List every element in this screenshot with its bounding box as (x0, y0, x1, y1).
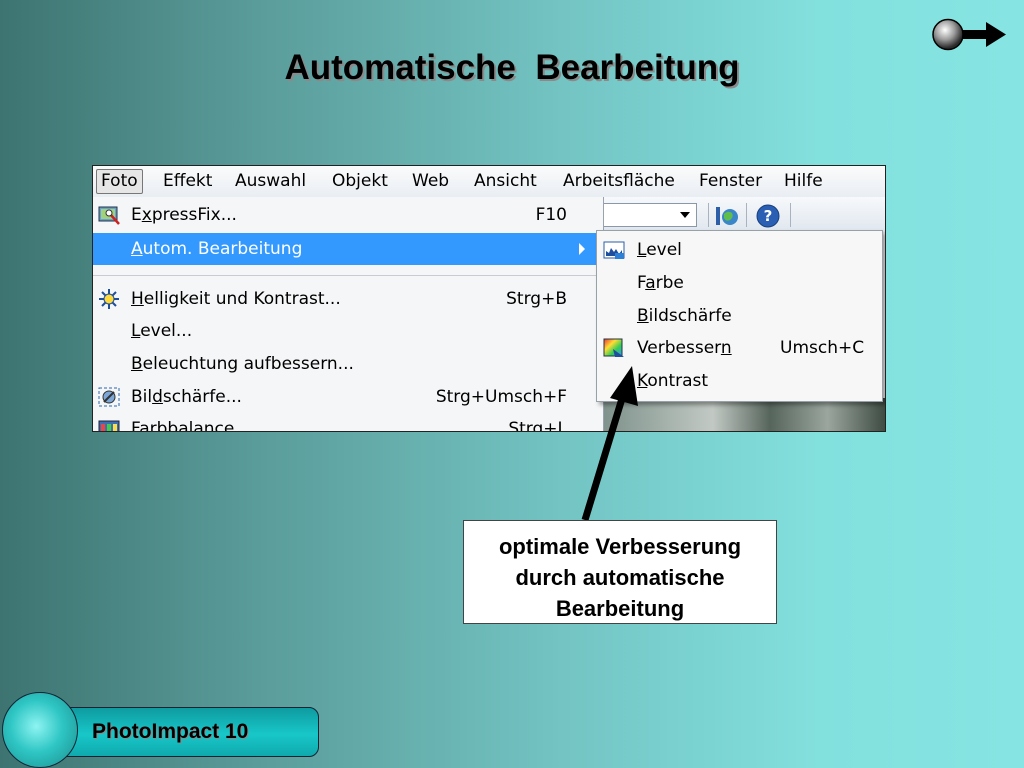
callout-line: optimale Verbesserung (498, 534, 742, 559)
submenu-arrow-icon (579, 243, 585, 255)
menu-item-label: Farbbalance... (131, 419, 251, 432)
next-slide-arrow-icon[interactable] (928, 16, 1008, 56)
shortcut-label: Strg+L (508, 419, 567, 432)
toolbar-separator (746, 203, 747, 227)
toolbar-separator (708, 203, 709, 227)
zoom-combo[interactable] (603, 203, 697, 227)
enhance-icon (603, 338, 624, 357)
menu-item-expressfix[interactable]: ExpressFix... F10 (93, 199, 603, 231)
svg-text:?: ? (764, 207, 773, 225)
shortcut-label: Strg+Umsch+F (435, 387, 567, 407)
menu-item-level[interactable]: Level... (93, 315, 603, 347)
menu-item-beleuchtung[interactable]: Beleuchtung aufbessern... (93, 348, 603, 380)
menu-foto[interactable]: Foto (96, 169, 143, 194)
menu-ansicht[interactable]: Ansicht (470, 170, 541, 193)
menu-item-autom-bearbeitung[interactable]: Autom. Bearbeitung (93, 233, 598, 265)
menu-auswahl[interactable]: Auswahl (231, 170, 310, 193)
toolbar-separator (790, 203, 791, 227)
help-icon[interactable]: ? (756, 204, 780, 228)
menu-objekt[interactable]: Objekt (328, 170, 392, 193)
submenu-item-label: Farbe (637, 273, 684, 293)
menu-fenster[interactable]: Fenster (695, 170, 766, 193)
menu-item-label: Level... (131, 321, 193, 341)
menu-separator (93, 275, 598, 276)
menu-item-label: ExpressFix... (131, 205, 237, 225)
callout-box: optimale Verbesserung durch automatische… (463, 520, 777, 624)
expressfix-icon (98, 206, 120, 225)
callout-line: durch automatische (515, 565, 725, 590)
menu-item-label: Bildschärfe... (131, 387, 242, 407)
color-balance-icon (98, 420, 120, 431)
footer-label: PhotoImpact 10 (92, 720, 249, 743)
callout-pointer-arrow-icon (581, 366, 638, 522)
brightness-icon (99, 289, 119, 309)
shortcut-label: Strg+B (506, 289, 567, 309)
footer-circle-icon (2, 692, 78, 768)
submenu-item-bildschaerfe[interactable]: Bildschärfe (597, 300, 882, 332)
level-icon (603, 241, 625, 259)
menu-item-label: Autom. Bearbeitung (131, 239, 303, 259)
foto-menu: ExpressFix... F10 Autom. Bearbeitung Hel… (93, 197, 604, 431)
menu-item-bildschaerfe[interactable]: Bildschärfe... Strg+Umsch+F (93, 381, 603, 413)
shortcut-label: F10 (535, 205, 567, 225)
menu-effekt[interactable]: Effekt (159, 170, 216, 193)
menu-item-label: Helligkeit und Kontrast... (131, 289, 341, 309)
callout-line: Bearbeitung (555, 596, 685, 621)
dropdown-arrow-icon (680, 212, 690, 218)
submenu-item-label: Level (637, 240, 682, 260)
menu-web[interactable]: Web (408, 170, 453, 193)
app-screenshot: Foto Effekt Auswahl Objekt Web Ansicht A… (92, 165, 886, 432)
web-globe-icon[interactable] (714, 204, 740, 228)
sharpness-icon (98, 387, 120, 407)
submenu-item-label: Bildschärfe (637, 306, 732, 326)
menubar: Foto Effekt Auswahl Objekt Web Ansicht A… (93, 166, 885, 198)
slide-title: Automatische Bearbeitung (284, 48, 740, 87)
toolbar: ? (598, 197, 885, 233)
menu-hilfe[interactable]: Hilfe (780, 170, 827, 193)
menu-item-label: Beleuchtung aufbessern... (131, 354, 354, 374)
menu-item-farbbalance[interactable]: Farbbalance... Strg+L (93, 413, 603, 432)
menu-arbeitsflaeche[interactable]: Arbeitsfläche (559, 170, 679, 193)
submenu-item-level[interactable]: Level (597, 234, 882, 266)
submenu-item-farbe[interactable]: Farbe (597, 267, 882, 299)
menu-item-helligkeit[interactable]: Helligkeit und Kontrast... Strg+B (93, 283, 603, 315)
shortcut-label: Umsch+C (780, 338, 865, 358)
